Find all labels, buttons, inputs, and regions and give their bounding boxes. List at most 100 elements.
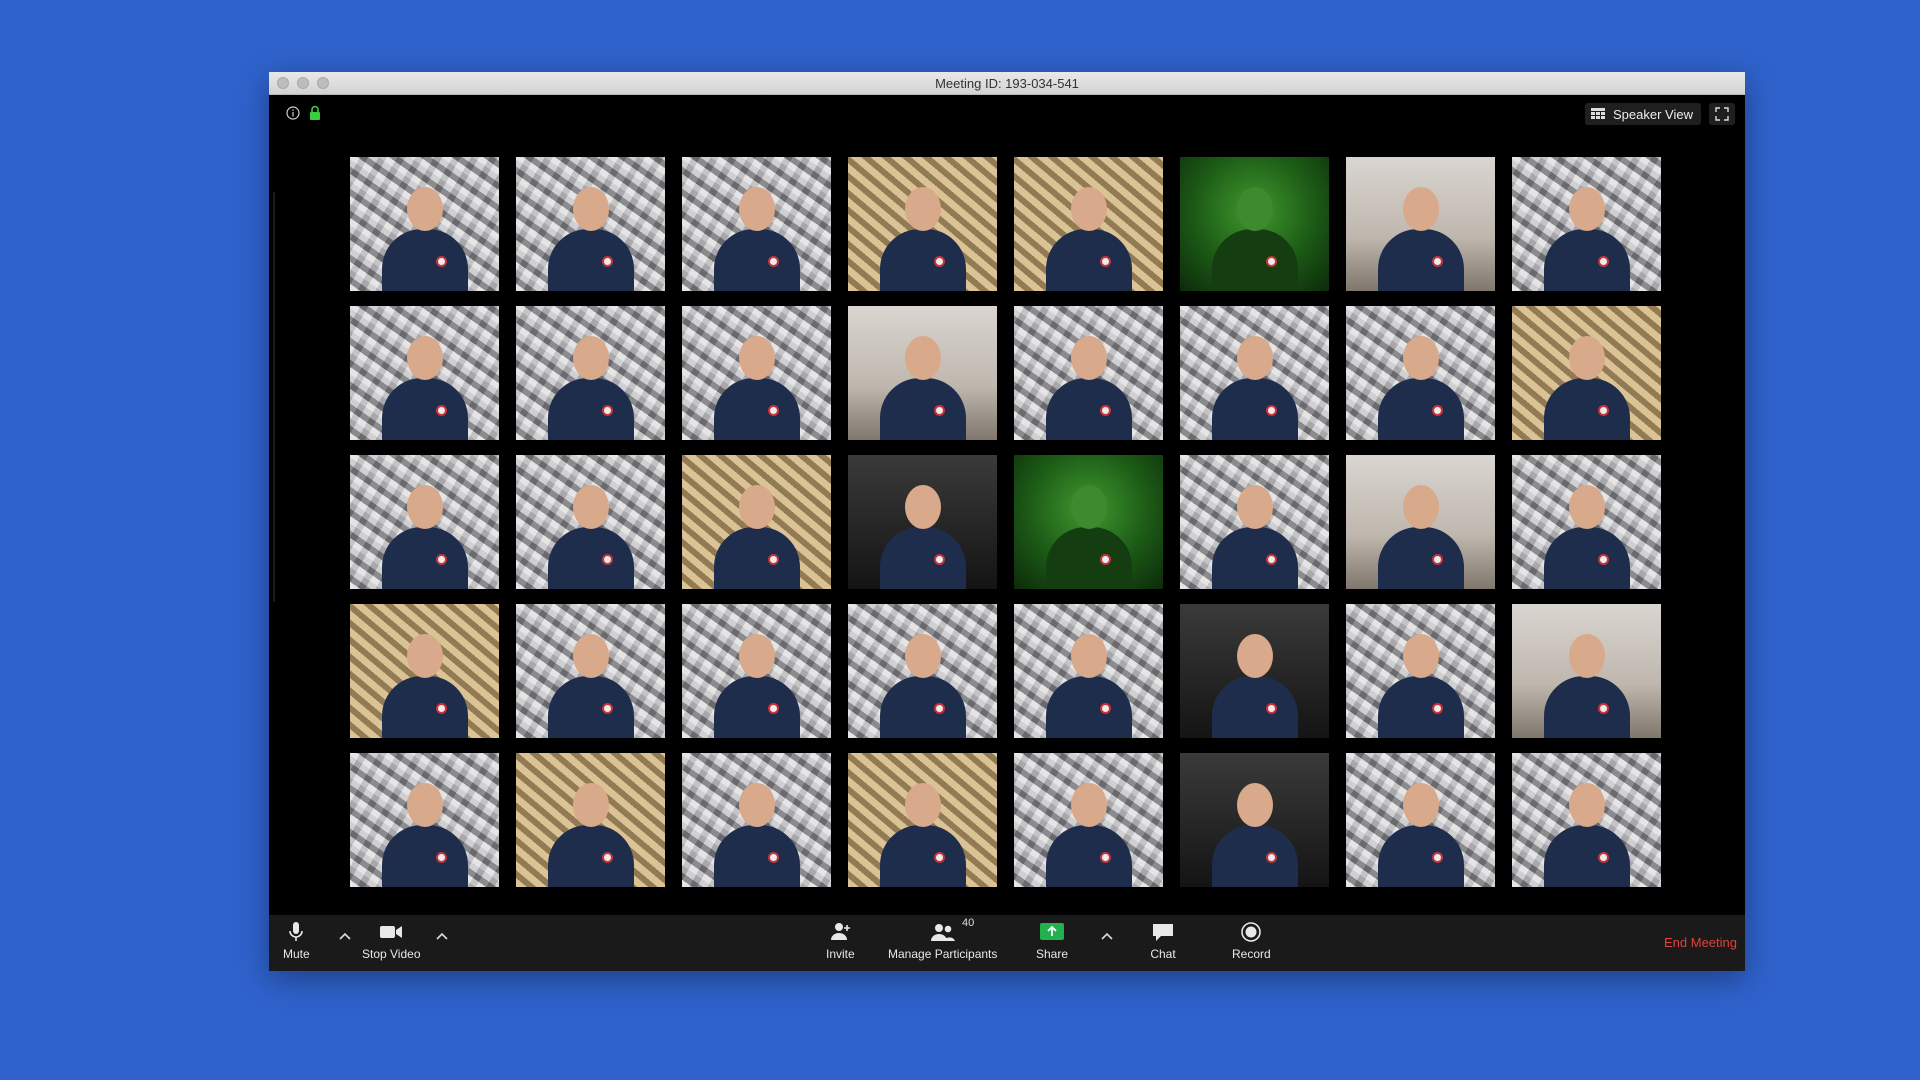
participant-figure [1045,485,1132,589]
share-button[interactable]: Share [1036,921,1068,961]
participant-figure [1377,336,1464,440]
participant-figure [547,634,634,738]
invite-label: Invite [826,947,855,961]
participant-video-tile[interactable] [848,753,997,887]
microphone-icon [289,922,304,941]
participant-video-tile[interactable] [516,753,665,887]
manage-participants-button[interactable]: Manage Participants [888,921,997,961]
participant-figure [381,485,468,589]
participant-video-tile[interactable] [350,455,499,589]
participant-video-tile[interactable] [516,306,665,440]
participant-video-tile[interactable] [682,306,831,440]
participant-video-tile[interactable] [1512,753,1661,887]
participant-figure [1377,187,1464,291]
mute-label: Mute [283,947,310,961]
participant-figure [381,336,468,440]
participant-video-tile[interactable] [848,604,997,738]
participant-video-tile[interactable] [1014,604,1163,738]
participant-video-tile[interactable] [516,604,665,738]
meeting-toolbar: Mute Stop Video Invite Manage Participan… [269,915,1745,971]
audio-options-chevron-icon[interactable] [338,931,352,941]
participant-video-tile[interactable] [350,753,499,887]
participant-video-tile[interactable] [1180,753,1329,887]
participant-video-tile[interactable] [1512,604,1661,738]
fullscreen-icon [1715,107,1729,121]
participant-figure [713,485,800,589]
zoom-window: Meeting ID: 193-034-541 Speaker View Mut… [269,72,1745,971]
participant-figure [547,485,634,589]
participant-video-tile[interactable] [682,157,831,291]
participant-figure [713,634,800,738]
participant-video-tile[interactable] [350,604,499,738]
participant-video-tile[interactable] [1014,753,1163,887]
participant-figure [879,634,966,738]
participant-video-tile[interactable] [1346,455,1495,589]
participant-figure [1377,634,1464,738]
participant-figure [1377,783,1464,887]
participant-video-tile[interactable] [682,455,831,589]
participant-figure [879,187,966,291]
participant-video-tile[interactable] [848,455,997,589]
participant-figure [1543,634,1630,738]
speaker-view-label: Speaker View [1613,106,1693,122]
record-button[interactable]: Record [1232,921,1271,961]
participant-video-tile[interactable] [1180,157,1329,291]
participant-video-tile[interactable] [1180,604,1329,738]
share-screen-icon [1040,923,1065,940]
participant-video-tile[interactable] [1346,306,1495,440]
lock-icon[interactable] [309,105,321,121]
invite-button[interactable]: Invite [826,921,855,961]
participant-video-tile[interactable] [350,157,499,291]
participant-video-tile[interactable] [682,753,831,887]
participant-figure [1543,485,1630,589]
participant-figure [1045,783,1132,887]
participant-figure [713,187,800,291]
participant-figure [879,783,966,887]
title-bar: Meeting ID: 193-034-541 [269,72,1745,95]
participant-figure [1211,187,1298,291]
speaker-view-icon [1591,108,1606,119]
stop-video-button[interactable]: Stop Video [362,921,421,961]
participant-video-tile[interactable] [1512,306,1661,440]
participant-figure [879,485,966,589]
participant-figure [1045,336,1132,440]
chat-label: Chat [1150,947,1176,961]
participant-figure [381,187,468,291]
participant-figure [547,783,634,887]
participant-figure [1045,187,1132,291]
participant-video-tile[interactable] [1014,455,1163,589]
participant-video-tile[interactable] [848,157,997,291]
participant-video-tile[interactable] [1346,157,1495,291]
participant-figure [713,336,800,440]
share-options-chevron-icon[interactable] [1100,931,1114,941]
participant-figure [1211,336,1298,440]
participant-video-tile[interactable] [1512,157,1661,291]
participant-video-tile[interactable] [1346,753,1495,887]
chat-button[interactable]: Chat [1150,921,1176,961]
participant-video-tile[interactable] [1512,455,1661,589]
info-icon[interactable] [286,106,300,120]
participant-video-tile[interactable] [1346,604,1495,738]
end-meeting-button[interactable]: End Meeting [1664,935,1737,950]
participants-icon [930,924,955,941]
participant-video-tile[interactable] [682,604,831,738]
participant-video-tile[interactable] [1014,157,1163,291]
participant-figure [1211,485,1298,589]
participant-video-tile[interactable] [848,306,997,440]
video-options-chevron-icon[interactable] [435,931,449,941]
participant-video-tile[interactable] [1180,306,1329,440]
participant-video-tile[interactable] [1180,455,1329,589]
participant-figure [879,336,966,440]
speaker-view-button[interactable]: Speaker View [1585,103,1701,125]
participant-figure [1211,783,1298,887]
mute-button[interactable]: Mute [283,921,310,961]
participant-video-tile[interactable] [1014,306,1163,440]
gallery-grid [350,157,1661,887]
participant-video-tile[interactable] [516,157,665,291]
participant-video-tile[interactable] [350,306,499,440]
stop-video-label: Stop Video [362,947,421,961]
fullscreen-button[interactable] [1709,103,1735,125]
participant-figure [547,336,634,440]
participant-video-tile[interactable] [516,455,665,589]
participant-figure [713,783,800,887]
